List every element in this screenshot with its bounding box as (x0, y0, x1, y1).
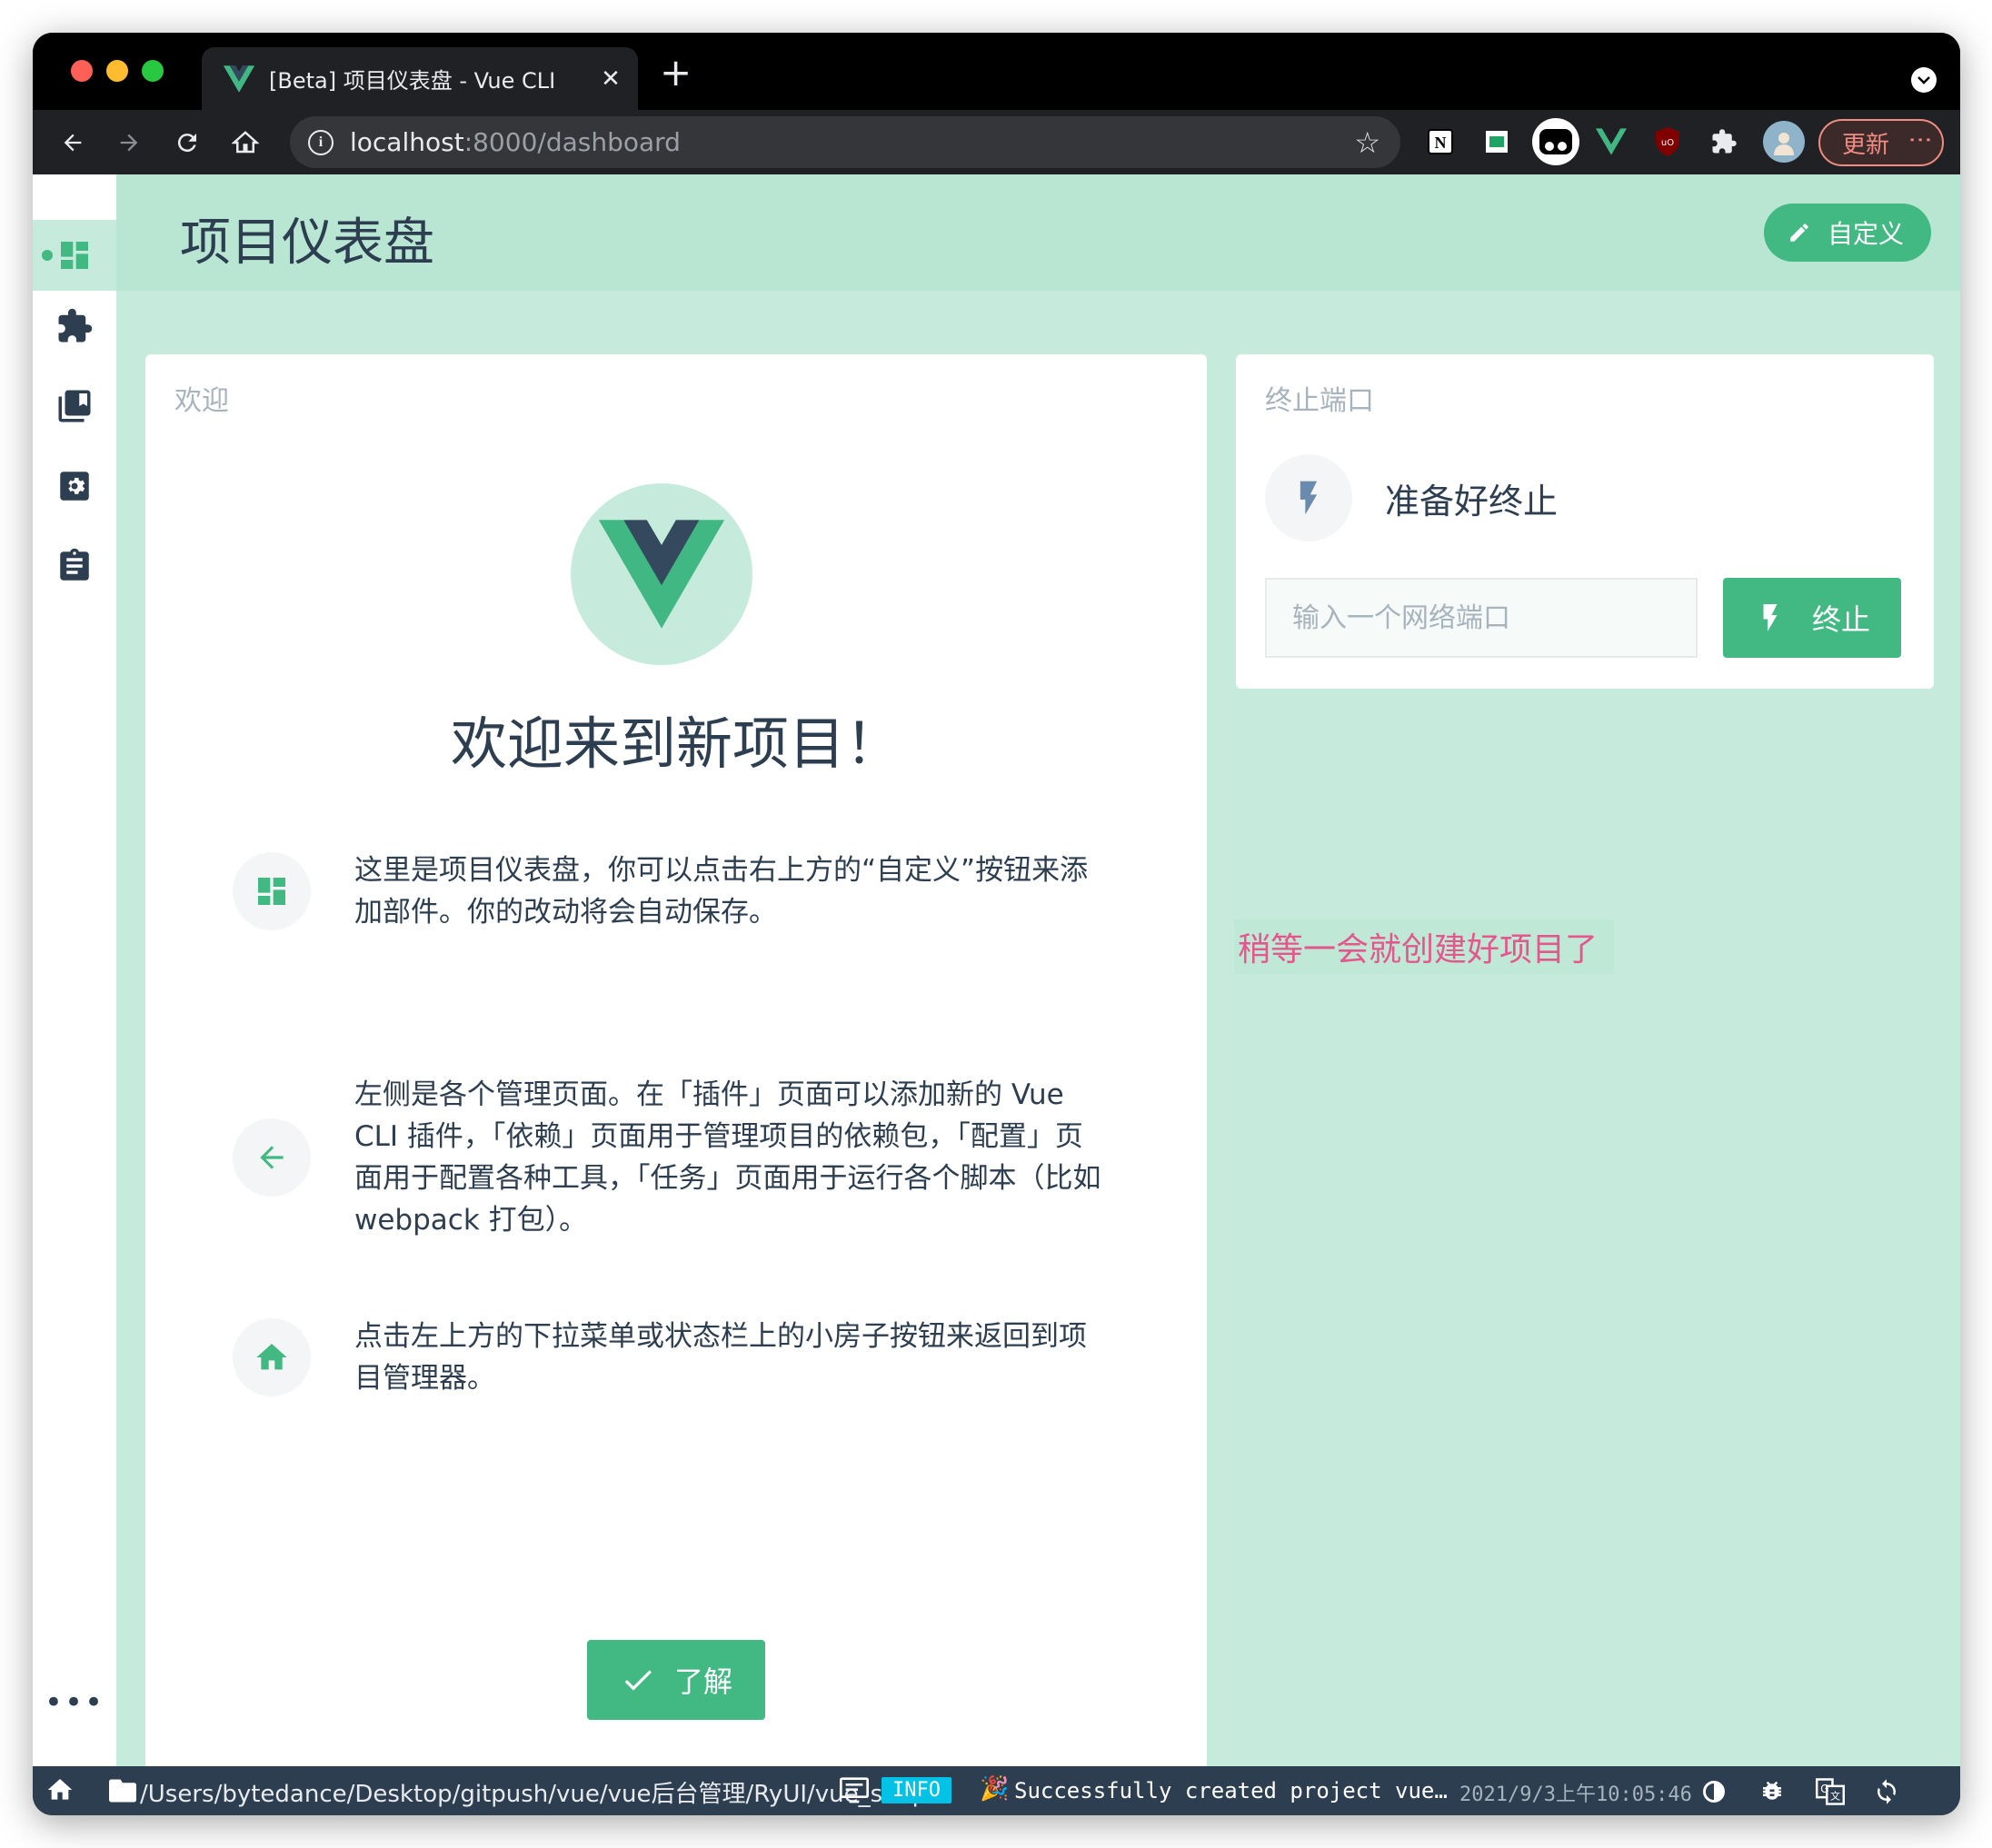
kill-label: 终止 (1811, 602, 1870, 637)
reload-icon[interactable] (165, 121, 209, 164)
active-indicator (42, 250, 53, 261)
tab-close-icon[interactable]: ✕ (593, 65, 629, 93)
clipboard-icon (60, 548, 89, 581)
svg-text:N: N (1435, 134, 1447, 152)
bug-report-icon[interactable] (1756, 1775, 1788, 1808)
new-tab-button[interactable]: + (660, 54, 692, 92)
customize-label: 自定义 (1828, 219, 1905, 249)
title-bar: [Beta] 项目仪表盘 - Vue CLI ✕ + (33, 33, 1960, 110)
page-header: 项目仪表盘 自定义 (116, 174, 1960, 291)
got-it-label: 了解 (673, 1664, 732, 1699)
minimize-window-button[interactable] (106, 60, 128, 82)
dashboard-icon (61, 242, 88, 269)
profile-avatar[interactable] (1763, 121, 1805, 163)
annotation-note: 稍等一会就创建好项目了 (1234, 919, 1615, 974)
maximize-window-button[interactable] (142, 60, 164, 82)
tip-text: 左侧是各个管理页面。在「插件」页面可以添加新的 Vue CLI 插件，「依赖」页… (354, 1078, 1101, 1237)
back-icon[interactable] (51, 121, 95, 164)
party-emoji: 🎉 (980, 1775, 1010, 1803)
url-host: localhost (350, 127, 464, 157)
tip-text: 这里是项目仪表盘，你可以点击右上方的“自定义”按钮来添加部件。你的改动将会自动保… (354, 854, 1089, 929)
flash-icon (1763, 604, 1778, 631)
check-icon (624, 1670, 652, 1691)
library-books-icon (58, 390, 91, 422)
svg-text:文: 文 (1830, 1790, 1840, 1803)
sidebar-item-plugins[interactable] (33, 291, 116, 362)
extensions-puzzle-icon[interactable] (1705, 123, 1743, 161)
refresh-icon[interactable] (1870, 1775, 1903, 1808)
vue-favicon-icon (224, 65, 254, 93)
ublock-extension-icon[interactable]: uO (1648, 123, 1687, 161)
kill-port-status: 准备好终止 (1265, 454, 1558, 541)
browser-tab[interactable]: [Beta] 项目仪表盘 - Vue CLI ✕ (202, 47, 638, 110)
sidebar-item-tasks[interactable] (33, 531, 116, 601)
tip-home: 点击左上方的下拉菜单或状态栏上的小房子按钮来返回到项目管理器。 (233, 1316, 1141, 1399)
tip-dashboard: 这里是项目仪表盘，你可以点击右上方的“自定义”按钮来添加部件。你的改动将会自动保… (233, 849, 1141, 933)
close-window-button[interactable] (71, 60, 93, 82)
welcome-widget: 欢迎 欢迎来到新项目！ 这里是项目仪表盘，你可以点击右上方的“自定义”按钮来添加… (145, 354, 1207, 1779)
bookmark-star-icon[interactable]: ☆ (1354, 125, 1380, 160)
puzzle-icon (58, 308, 93, 343)
url-path: :8000/dashboard (463, 127, 681, 157)
home-icon (233, 1318, 311, 1396)
home-icon[interactable] (45, 1775, 75, 1811)
site-info-icon[interactable]: i (308, 129, 334, 155)
folder-icon[interactable] (109, 1779, 136, 1809)
arrow-left-icon (233, 1118, 311, 1197)
tampermonkey-extension-icon[interactable] (1532, 118, 1579, 165)
sidebar-item-dashboard[interactable] (33, 220, 116, 291)
log-message[interactable]: Successfully created project vue… (1014, 1778, 1448, 1803)
kebab-menu-icon[interactable]: ⋮ (1907, 128, 1934, 152)
browser-window: [Beta] 项目仪表盘 - Vue CLI ✕ + i localhost:8… (33, 33, 1960, 1815)
update-button[interactable]: 更新 ⋮ (1818, 119, 1944, 166)
console-log-icon[interactable] (840, 1777, 869, 1811)
kill-port-card-title: 终止端口 (1265, 385, 1374, 417)
got-it-button[interactable]: 了解 (587, 1640, 765, 1720)
more-menu-icon[interactable]: ••• (33, 1684, 116, 1721)
update-label: 更新 (1842, 131, 1890, 159)
sidebar-item-dependencies[interactable] (33, 371, 116, 442)
tab-search-icon[interactable] (1911, 67, 1937, 93)
tab-title: [Beta] 项目仪表盘 - Vue CLI (269, 68, 556, 94)
settings-icon (60, 472, 89, 501)
log-level-badge: INFO (881, 1777, 951, 1803)
tip-text: 点击左上方的下拉菜单或状态栏上的小房子按钮来返回到项目管理器。 (354, 1320, 1087, 1395)
kill-button[interactable]: 终止 (1723, 578, 1901, 658)
status-bar: /Users/bytedance/Desktop/gitpush/vue/vue… (33, 1766, 1960, 1815)
vue-logo-icon (599, 520, 724, 629)
svg-text:uO: uO (1661, 138, 1674, 148)
dashboard-icon (233, 852, 311, 930)
sidebar-item-configuration[interactable] (33, 451, 116, 522)
project-path[interactable]: /Users/bytedance/Desktop/gitpush/vue/vue… (140, 1775, 927, 1809)
log-timestamp: 2021/9/3上午10:05:46 (1459, 1783, 1692, 1806)
translate-icon[interactable]: G文 (1814, 1775, 1847, 1808)
forward-icon[interactable] (107, 121, 151, 164)
sidebar: ••• (33, 174, 116, 1766)
welcome-heading: 欢迎来到新项目！ (450, 710, 901, 777)
browser-toolbar: i localhost:8000/dashboard ☆ N uO 更新 ⋮ (33, 110, 1960, 174)
vue-logo (571, 483, 752, 665)
dark-mode-icon[interactable] (1698, 1775, 1730, 1808)
address-bar[interactable]: i localhost:8000/dashboard ☆ (290, 116, 1400, 168)
vue-ui-app: ••• 项目仪表盘 自定义 欢迎 欢迎来到新项目！ 这里是项目仪表盘，你可以点击… (33, 174, 1960, 1779)
port-input[interactable] (1265, 578, 1698, 658)
home-icon[interactable] (224, 121, 267, 164)
kill-status-text: 准备好终止 (1385, 481, 1559, 522)
notion-extension-icon[interactable]: N (1421, 123, 1459, 161)
page-title: 项目仪表盘 (180, 214, 434, 273)
svg-text:G: G (1820, 1783, 1829, 1795)
flash-icon (1265, 454, 1352, 541)
welcome-card-title: 欢迎 (174, 385, 229, 417)
pencil-icon (1790, 224, 1808, 242)
vue-devtools-extension-icon[interactable] (1592, 123, 1630, 161)
extension-green-icon[interactable] (1478, 123, 1516, 161)
customize-button[interactable]: 自定义 (1764, 204, 1931, 262)
tip-navigation: 左侧是各个管理页面。在「插件」页面可以添加新的 Vue CLI 插件，「依赖」页… (233, 1074, 1141, 1241)
kill-port-widget: 终止端口 准备好终止 终止 (1236, 354, 1934, 689)
